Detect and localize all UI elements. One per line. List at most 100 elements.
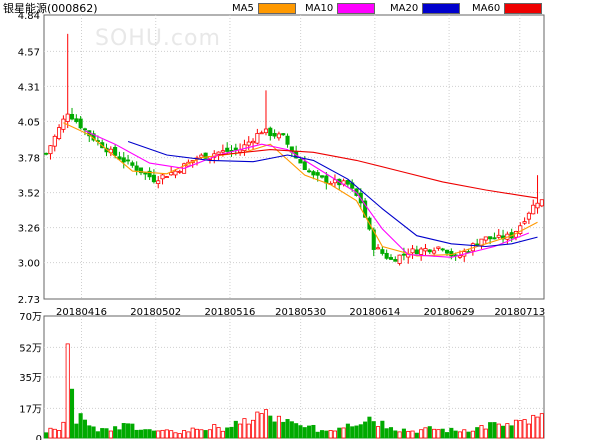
volume-bar — [216, 427, 221, 439]
volume-bar — [242, 418, 247, 439]
price-y-tick-label: 4.84 — [18, 11, 40, 22]
volume-bar — [483, 428, 488, 439]
volume-bar — [52, 428, 57, 439]
candle-body — [319, 175, 325, 178]
candle-body — [134, 165, 139, 171]
volume-bar — [212, 424, 217, 439]
volume-bar — [324, 430, 329, 439]
volume-bar — [82, 419, 87, 439]
volume-bar — [203, 430, 208, 439]
volume-bar — [268, 415, 273, 439]
candle-body — [272, 132, 277, 137]
volume-bar — [246, 423, 251, 439]
volume-bar — [104, 428, 109, 439]
volume-bar — [263, 409, 269, 439]
volume-bar — [432, 428, 437, 439]
price-y-tick-label: 3.26 — [18, 224, 40, 235]
x-date-label: 20180629 — [424, 307, 475, 318]
volume-bar — [302, 427, 307, 439]
volume-bar — [539, 413, 544, 439]
volume-bar — [199, 429, 204, 439]
volume-bar — [57, 430, 62, 439]
candle-body — [199, 154, 204, 158]
volume-bar — [427, 426, 432, 439]
candle-body — [345, 180, 350, 185]
volume-bar — [194, 428, 200, 439]
volume-bar — [151, 430, 156, 439]
price-y-tick-label: 3.52 — [18, 189, 40, 200]
candle-body — [130, 162, 135, 166]
volume-bar — [501, 425, 506, 439]
volume-bar — [108, 430, 113, 439]
candle-body — [65, 113, 70, 122]
candle-body — [483, 236, 488, 241]
volume-y-tick-label: 0 — [36, 434, 42, 440]
candle-body — [285, 135, 290, 145]
candle-body — [69, 113, 75, 120]
candle-body — [388, 257, 394, 260]
volume-bar — [238, 423, 243, 439]
volume-bar — [78, 413, 83, 439]
volume-bar — [341, 427, 346, 439]
candle-body — [164, 176, 169, 178]
volume-bar — [44, 432, 49, 439]
volume-bar — [220, 430, 225, 439]
candle-body — [419, 248, 424, 255]
candle-body — [268, 127, 273, 136]
candle-body — [488, 236, 493, 240]
volume-bar — [169, 430, 174, 439]
volume-bar — [190, 427, 195, 439]
volume-bar — [251, 419, 256, 439]
candle-body — [410, 248, 415, 254]
volume-bar — [376, 426, 381, 439]
volume-bar — [186, 431, 191, 439]
volume-bar — [311, 424, 316, 439]
volume-bar — [518, 420, 523, 439]
volume-bar — [281, 421, 286, 439]
volume-bar — [380, 420, 385, 439]
volume-bar — [126, 423, 131, 439]
volume-bar — [414, 432, 419, 439]
volume-bar — [350, 426, 355, 439]
volume-y-tick-label: 52万 — [19, 343, 42, 354]
x-date-label: 20180530 — [275, 307, 326, 318]
candle-body — [393, 259, 398, 262]
volume-bar — [91, 426, 96, 439]
volume-bar — [384, 428, 389, 439]
volume-bar — [509, 425, 514, 439]
volume-bar — [345, 423, 350, 439]
volume-bar — [406, 430, 411, 439]
volume-bar — [479, 425, 484, 439]
candle-body — [276, 133, 281, 139]
volume-bar — [156, 430, 161, 439]
volume-bar — [130, 423, 135, 439]
candle-body — [220, 150, 225, 153]
volume-bar — [255, 411, 260, 439]
candle-body — [82, 128, 87, 131]
candle-body — [57, 127, 62, 140]
candle-body — [432, 250, 437, 254]
candle-body — [539, 199, 544, 207]
volume-bar — [535, 416, 540, 439]
candle-body — [74, 118, 79, 123]
candle-body — [298, 159, 303, 164]
volume-bar — [401, 428, 406, 439]
x-date-label: 20180516 — [204, 307, 255, 318]
candle-body — [423, 248, 428, 252]
volume-bar — [449, 427, 454, 439]
x-date-label: 20180614 — [349, 307, 400, 318]
x-date-label: 20180502 — [130, 307, 181, 318]
volume-bar — [475, 427, 480, 439]
price-y-tick-label: 4.05 — [18, 117, 40, 128]
volume-bar — [307, 425, 312, 439]
candle-body — [380, 249, 385, 254]
volume-bar — [522, 419, 527, 439]
candle-body — [143, 172, 148, 175]
candle-body — [173, 170, 178, 176]
volume-bar — [526, 423, 531, 439]
price-y-tick-label: 4.31 — [18, 82, 40, 93]
candle-body — [177, 170, 182, 173]
volume-y-tick-label: 70万 — [19, 312, 42, 323]
volume-bar — [87, 425, 92, 439]
volume-bar — [393, 430, 398, 439]
